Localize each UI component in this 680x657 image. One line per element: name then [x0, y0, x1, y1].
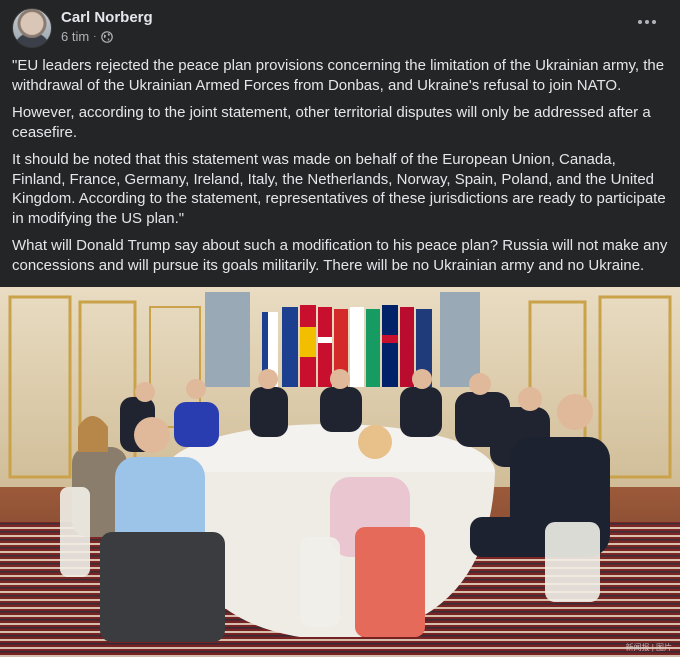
post-time[interactable]: 6 tim	[61, 29, 89, 44]
meta-separator: ·	[93, 31, 97, 42]
more-options-icon[interactable]	[632, 10, 662, 34]
post-paragraph-4: What will Donald Trump say about such a …	[12, 237, 668, 274]
post-text: "EU leaders rejected the peace plan prov…	[12, 56, 668, 283]
post-paragraph-1: "EU leaders rejected the peace plan prov…	[12, 57, 665, 94]
post-paragraph-3: It should be noted that this statement w…	[12, 151, 666, 227]
post-meta: 6 tim ·	[61, 29, 113, 44]
author-avatar[interactable]	[12, 8, 52, 48]
facebook-post: Carl Norberg 6 tim · "EU leaders rejecte…	[0, 0, 680, 657]
photo-watermark: 新闻报 | 图片	[625, 643, 672, 652]
post-paragraph-2: However, according to the joint statemen…	[12, 104, 651, 141]
author-name[interactable]: Carl Norberg	[61, 9, 153, 26]
post-header: Carl Norberg 6 tim ·	[12, 8, 668, 48]
post-photo[interactable]: 新闻报 | 图片	[0, 287, 680, 657]
globe-icon[interactable]	[100, 30, 113, 43]
meeting-photo-illustration	[0, 287, 680, 657]
